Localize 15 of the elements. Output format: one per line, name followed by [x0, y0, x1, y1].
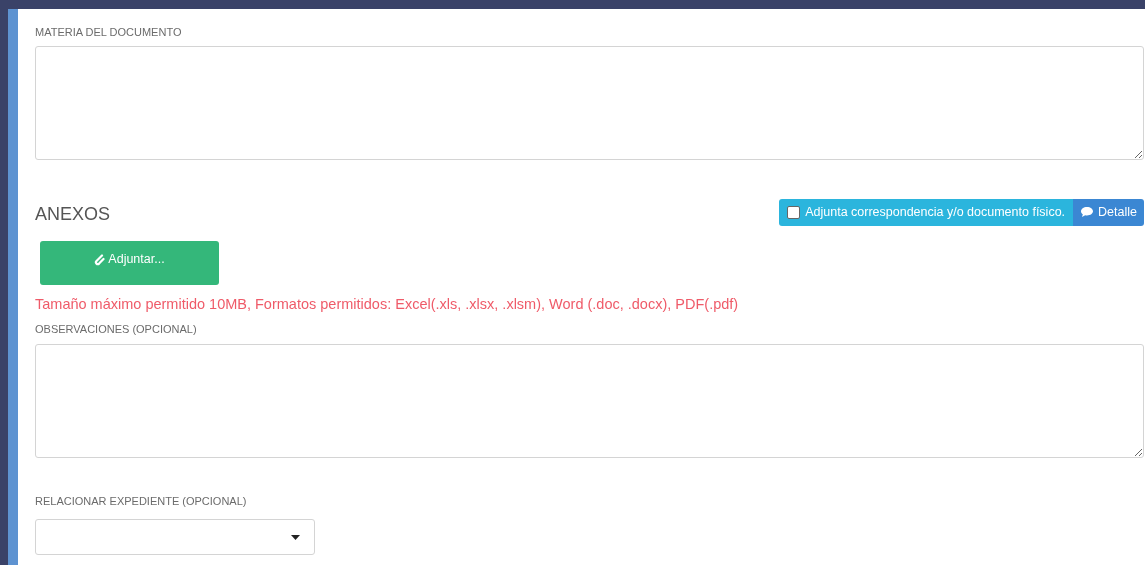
detail-button[interactable]: Detalle: [1073, 198, 1144, 226]
field-label: MATERIA DEL DOCUMENTO: [35, 25, 183, 40]
section-title: ANEXOS: [35, 202, 111, 226]
file-limits-notice: Tamaño máximo permitido 10MB, Formatos permitidos: Excel(.xls, .xlsx, .xlsm), Word (.doc, .docx), PDF(.pdf): [35, 294, 740, 314]
paperclip-icon: [94, 253, 106, 266]
attach-button[interactable]: Adjuntar...: [40, 240, 219, 285]
field-label: RELACIONAR EXPEDIENTE (OPCIONAL): [35, 493, 248, 509]
caret-icon: [291, 534, 300, 540]
dropdown[interactable]: [35, 519, 315, 556]
physical-document-checkbox[interactable]: Adjunta correspondencia y/o documento físico.: [779, 198, 1074, 226]
checkbox[interactable]: [787, 205, 801, 219]
text-area[interactable]: [35, 45, 1144, 160]
text-area[interactable]: [35, 343, 1144, 458]
field-label: OBSERVACIONES (OPCIONAL): [35, 322, 198, 338]
speech-bubble-icon: [1080, 206, 1095, 218]
